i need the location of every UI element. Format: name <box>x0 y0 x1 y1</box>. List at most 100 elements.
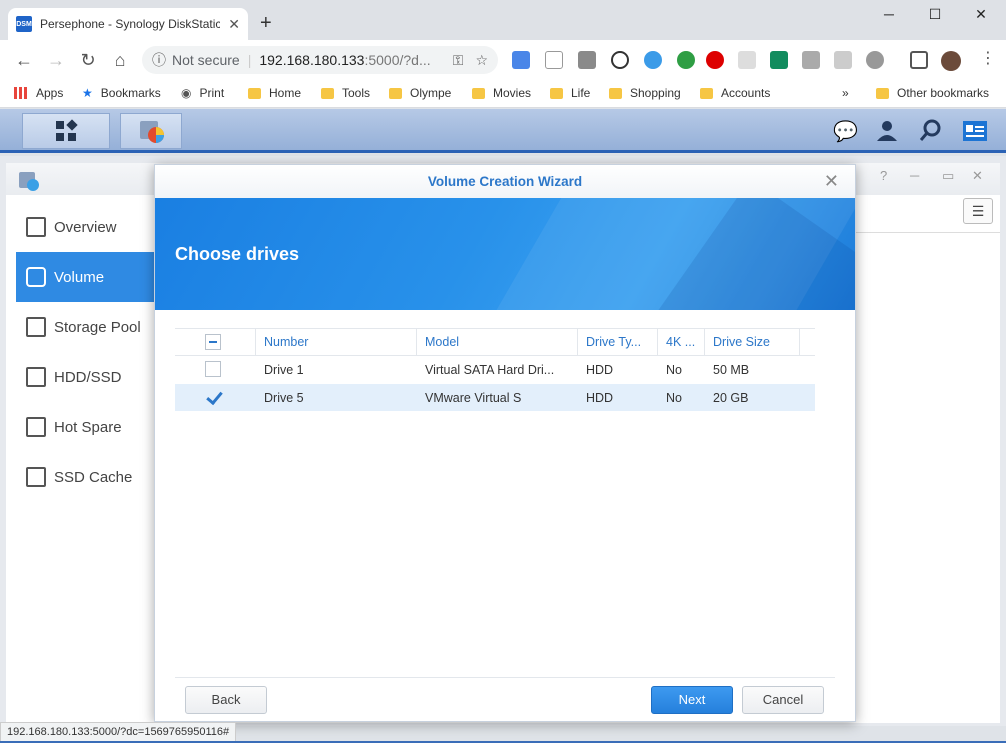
video-extension-icon[interactable] <box>802 51 820 69</box>
bookmark-label: Print <box>199 86 225 100</box>
storage-manager-icon <box>140 121 164 143</box>
column-header-drive-size[interactable]: Drive Size <box>705 328 800 356</box>
column-header-model[interactable]: Model <box>417 328 578 356</box>
sidebar-item-volume[interactable]: Volume <box>16 252 156 302</box>
cancel-button[interactable]: Cancel <box>742 686 824 714</box>
bookmark-label: Accounts <box>721 86 771 100</box>
drive-model: VMware Virtual S <box>425 390 522 405</box>
storage-manager-window-icon <box>19 172 39 191</box>
sidebar-item-label: Storage Pool <box>54 318 141 336</box>
bookmark-item-home[interactable]: Home <box>248 86 301 100</box>
pulse-extension-icon[interactable] <box>644 51 662 69</box>
sb-extension-icon[interactable] <box>611 51 629 69</box>
drive-number: Drive 5 <box>264 390 304 405</box>
wizard-close-icon[interactable]: ✕ <box>824 165 839 198</box>
column-header-4k[interactable]: 4K ... <box>658 328 705 356</box>
address-bar[interactable]: ⓘ Not secure | 192.168.180.133 :5000/?d.… <box>142 46 498 74</box>
overview-icon <box>26 217 46 237</box>
storage-manager-taskbar-button[interactable] <box>120 113 182 149</box>
widgets-icon[interactable] <box>962 120 988 142</box>
profile-avatar[interactable] <box>941 51 961 71</box>
footer-divider <box>175 677 835 678</box>
sort-button[interactable]: ☰ <box>963 198 993 224</box>
app-minimize-icon[interactable]: ─ <box>910 168 919 183</box>
table-row[interactable]: Drive 1 Virtual SATA Hard Dri... HDD No … <box>175 356 815 384</box>
menu-dots-icon[interactable]: ⋮ <box>980 48 996 68</box>
folder-icon <box>550 87 563 99</box>
next-button[interactable]: Next <box>651 686 733 714</box>
app-maximize-icon[interactable]: ▭ <box>942 168 954 184</box>
bookmark-item-life[interactable]: Life <box>550 86 590 100</box>
search-icon[interactable] <box>920 119 942 141</box>
app-close-icon[interactable]: ✕ <box>972 168 983 184</box>
bookmark-item-other[interactable]: Other bookmarks <box>876 86 989 100</box>
sidebar-item-hdd-ssd[interactable]: HDD/SSD <box>16 352 156 402</box>
column-header-drive-type[interactable]: Drive Ty... <box>578 328 658 356</box>
column-header-number[interactable]: Number <box>256 328 417 356</box>
bookmark-label: Movies <box>493 86 532 100</box>
sidebar-item-label: Hot Spare <box>54 418 122 436</box>
adblock-extension-icon[interactable] <box>706 51 724 69</box>
select-all-checkbox[interactable] <box>205 333 221 350</box>
sidebar-item-label: Volume <box>54 268 105 286</box>
bookmark-item-olympe[interactable]: Olympe <box>389 86 451 100</box>
folder-icon <box>609 87 622 99</box>
wizard-title-bar: Volume Creation Wizard ✕ <box>155 165 855 198</box>
bookmark-item-print[interactable]: ◉ Print <box>181 86 224 100</box>
bookmark-item-tools[interactable]: Tools <box>321 86 370 100</box>
key-icon[interactable]: ⚿ <box>453 52 464 69</box>
select-all-cell[interactable] <box>175 328 256 356</box>
maximize-button[interactable]: ☐ <box>912 6 958 23</box>
home-icon[interactable]: ⌂ <box>104 50 136 71</box>
tab-close-icon[interactable]: ✕ <box>228 16 240 33</box>
chat-icon[interactable]: 💬 <box>833 119 858 144</box>
bookmark-item-movies[interactable]: Movies <box>472 86 531 100</box>
minimize-button[interactable]: ─ <box>866 6 912 22</box>
main-menu-button[interactable] <box>22 113 110 149</box>
bookmark-item-accounts[interactable]: Accounts <box>700 86 770 100</box>
user-icon[interactable] <box>876 119 898 141</box>
folder-icon <box>700 87 713 99</box>
translate-extension-icon[interactable] <box>512 51 530 69</box>
sidebar: Overview Volume Storage Pool HDD/SSD Hot… <box>16 202 156 502</box>
omnibox-separator: | <box>247 52 252 68</box>
globe-extension-icon[interactable] <box>677 51 695 69</box>
amazon-extension-icon[interactable] <box>545 51 563 69</box>
drive-type: HDD <box>586 390 614 405</box>
cast-icon[interactable] <box>910 51 928 69</box>
info-icon[interactable]: ⓘ <box>152 50 166 70</box>
url-host: 192.168.180.133 <box>259 52 365 68</box>
back-arrow-icon[interactable]: ← <box>8 50 40 71</box>
bookmark-item-shopping[interactable]: Shopping <box>609 86 681 100</box>
row-checkbox-checked[interactable] <box>205 389 221 405</box>
globe-icon: ◉ <box>181 86 192 100</box>
forward-arrow-icon[interactable]: → <box>40 50 72 71</box>
sidebar-item-storage-pool[interactable]: Storage Pool <box>16 302 156 352</box>
back-button[interactable]: Back <box>185 686 267 714</box>
row-checkbox-cell[interactable] <box>175 384 256 412</box>
table-row[interactable]: Drive 5 VMware Virtual S HDD No 20 GB <box>175 384 815 412</box>
sidebar-item-overview[interactable]: Overview <box>16 202 156 252</box>
bookmarks-overflow-button[interactable]: » <box>842 86 849 100</box>
bookmark-item-apps[interactable]: Apps <box>14 86 63 100</box>
browser-tab[interactable]: DSM Persephone - Synology DiskStatic ✕ <box>8 8 248 40</box>
status-url-bar: 192.168.180.133:5000/?dc=1569765950116# <box>0 722 237 742</box>
search-extension-icon[interactable] <box>738 51 756 69</box>
reload-icon[interactable]: ↻ <box>72 50 104 71</box>
row-checkbox-cell[interactable] <box>175 356 256 384</box>
bookmark-star-icon[interactable]: ☆ <box>475 52 488 69</box>
sidebar-item-hot-spare[interactable]: Hot Spare <box>16 402 156 452</box>
bookmark-item-bookmarks[interactable]: ★ Bookmarks <box>82 86 161 100</box>
s-extension-icon[interactable] <box>770 51 788 69</box>
recycle-extension-icon[interactable] <box>834 51 852 69</box>
folder-icon <box>876 87 889 99</box>
row-checkbox[interactable] <box>205 361 221 378</box>
close-window-button[interactable]: ✕ <box>958 6 1004 23</box>
skype-extension-icon[interactable] <box>866 51 884 69</box>
sidebar-item-ssd-cache[interactable]: SSD Cache <box>16 452 156 502</box>
drive-size: 20 GB <box>713 390 749 405</box>
drives-table: Number Model Drive Ty... 4K ... Drive Si… <box>175 328 815 412</box>
new-tab-button[interactable]: + <box>260 12 272 35</box>
help-icon[interactable]: ? <box>880 168 887 183</box>
hand-extension-icon[interactable] <box>578 51 596 69</box>
